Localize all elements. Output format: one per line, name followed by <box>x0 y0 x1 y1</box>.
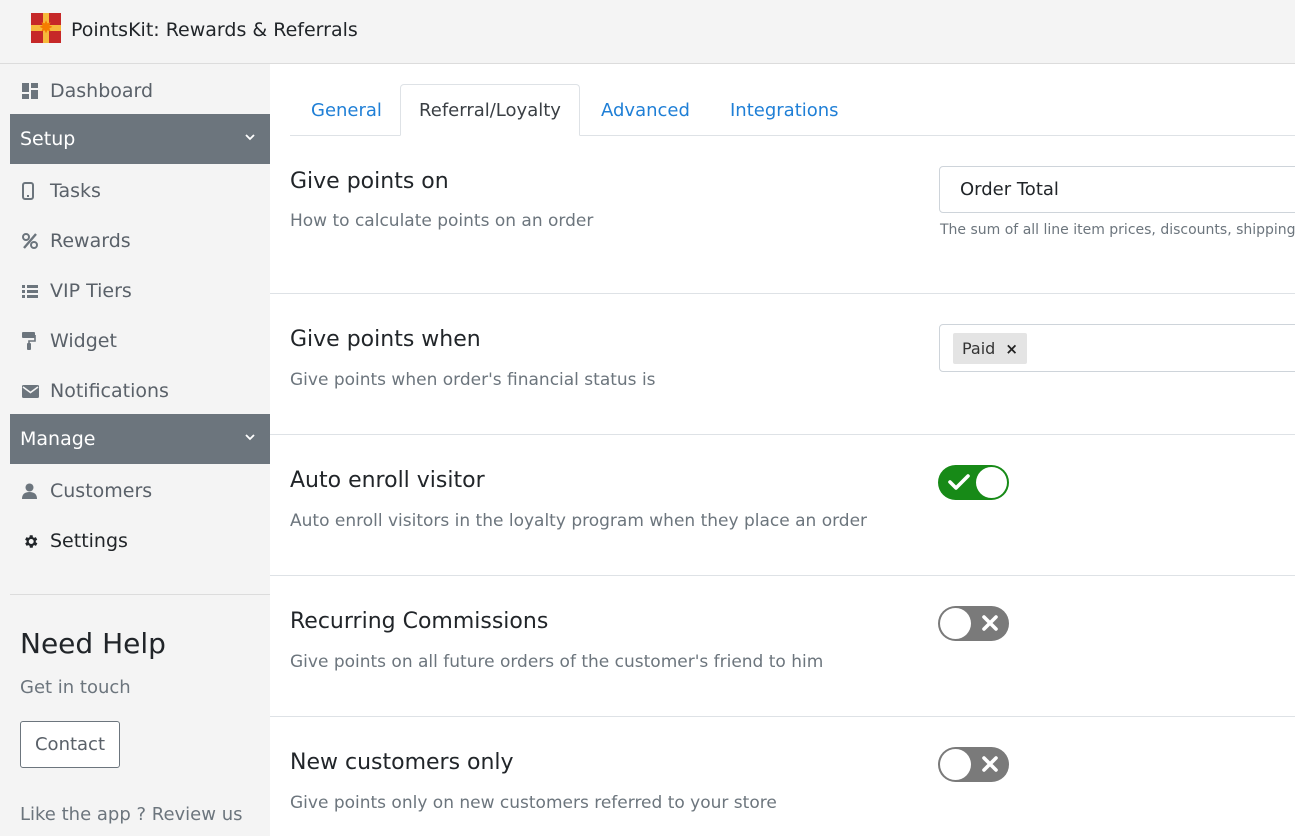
sidebar-item-customers[interactable]: Customers <box>10 466 270 516</box>
sidebar-item-rewards[interactable]: Rewards <box>10 216 270 266</box>
setting-description: How to calculate points on an order <box>290 211 594 231</box>
gift-icon: ✸ <box>31 13 61 43</box>
chevron-down-icon <box>245 134 255 141</box>
setting-description: Give points only on new customers referr… <box>290 793 777 813</box>
sidebar-item-label: Widget <box>50 330 117 352</box>
new-customers-only-toggle[interactable] <box>938 747 1009 782</box>
toggle-knob <box>940 749 971 780</box>
setting-description: Auto enroll visitors in the loyalty prog… <box>290 511 868 531</box>
points-calculation-select[interactable]: Order Total <box>939 166 1295 213</box>
sidebar-item-label: Dashboard <box>50 80 154 102</box>
mobile-icon <box>10 182 50 200</box>
status-tag: Paid × <box>953 333 1027 364</box>
dashboard-icon <box>10 83 50 99</box>
sidebar-item-vip-tiers[interactable]: VIP Tiers <box>10 266 270 316</box>
setting-description: Give points on all future orders of the … <box>290 652 824 672</box>
contact-button[interactable]: Contact <box>20 721 120 768</box>
sidebar-item-label: Customers <box>50 480 153 502</box>
sidebar-item-label: Tasks <box>50 180 101 202</box>
review-link[interactable]: Like the app ? Review us <box>20 804 242 825</box>
sidebar-divider <box>10 594 270 595</box>
status-tag-label: Paid <box>962 339 996 358</box>
close-icon[interactable]: × <box>1005 340 1018 358</box>
tab-general[interactable]: General <box>311 84 382 136</box>
setting-description: Give points when order's financial statu… <box>290 370 656 390</box>
recurring-commissions-toggle[interactable] <box>938 606 1009 641</box>
help-subtitle: Get in touch <box>20 677 131 698</box>
sidebar-item-settings[interactable]: Settings <box>10 516 270 566</box>
gear-icon <box>10 533 50 550</box>
setting-new-customers-only: New customers only Give points only on n… <box>270 717 1295 836</box>
check-icon <box>948 474 970 490</box>
setting-title: Give points when <box>290 327 481 352</box>
sidebar-item-label: Rewards <box>50 230 131 252</box>
percent-icon <box>10 233 50 249</box>
paint-roller-icon <box>10 332 50 350</box>
sidebar-item-notifications[interactable]: Notifications <box>10 366 270 416</box>
sidebar-item-dashboard[interactable]: Dashboard <box>10 66 270 116</box>
user-icon <box>10 483 50 499</box>
sidebar-section-label: Manage <box>20 428 96 450</box>
setting-auto-enroll: Auto enroll visitor Auto enroll visitors… <box>270 435 1295 576</box>
envelope-icon <box>10 384 50 398</box>
sidebar-section-setup[interactable]: Setup <box>10 114 270 164</box>
tab-integrations[interactable]: Integrations <box>730 84 839 136</box>
sidebar-item-label: VIP Tiers <box>50 280 132 302</box>
sidebar-item-label: Notifications <box>50 380 169 402</box>
financial-status-multiselect[interactable]: Paid × <box>939 324 1295 372</box>
setting-title: New customers only <box>290 750 514 775</box>
toggle-knob <box>940 608 971 639</box>
sidebar-item-tasks[interactable]: Tasks <box>10 166 270 216</box>
close-icon <box>982 615 998 631</box>
setting-give-points-on: Give points on How to calculate points o… <box>270 136 1295 294</box>
sidebar-section-label: Setup <box>20 128 76 150</box>
close-icon <box>982 756 998 772</box>
help-title: Need Help <box>20 627 166 660</box>
tab-advanced[interactable]: Advanced <box>601 84 690 136</box>
select-value: Order Total <box>960 179 1059 200</box>
sidebar-item-widget[interactable]: Widget <box>10 316 270 366</box>
setting-title: Give points on <box>290 169 449 194</box>
app-title: PointsKit: Rewards & Referrals <box>71 19 358 41</box>
sidebar-section-manage[interactable]: Manage <box>10 414 270 464</box>
setting-title: Auto enroll visitor <box>290 468 485 493</box>
list-icon <box>10 284 50 298</box>
toggle-knob <box>976 467 1007 498</box>
select-help-text: The sum of all line item prices, discoun… <box>940 222 1295 238</box>
auto-enroll-toggle[interactable] <box>938 465 1009 500</box>
tab-referral-loyalty[interactable]: Referral/Loyalty <box>400 84 580 136</box>
setting-title: Recurring Commissions <box>290 609 549 634</box>
chevron-down-icon <box>245 434 255 441</box>
sidebar-item-label: Settings <box>50 530 128 552</box>
setting-recurring-commissions: Recurring Commissions Give points on all… <box>270 576 1295 717</box>
app-header: ✸ PointsKit: Rewards & Referrals <box>0 0 1295 64</box>
sidebar: Dashboard Setup Tasks Rewards VIP Tiers … <box>0 64 270 836</box>
